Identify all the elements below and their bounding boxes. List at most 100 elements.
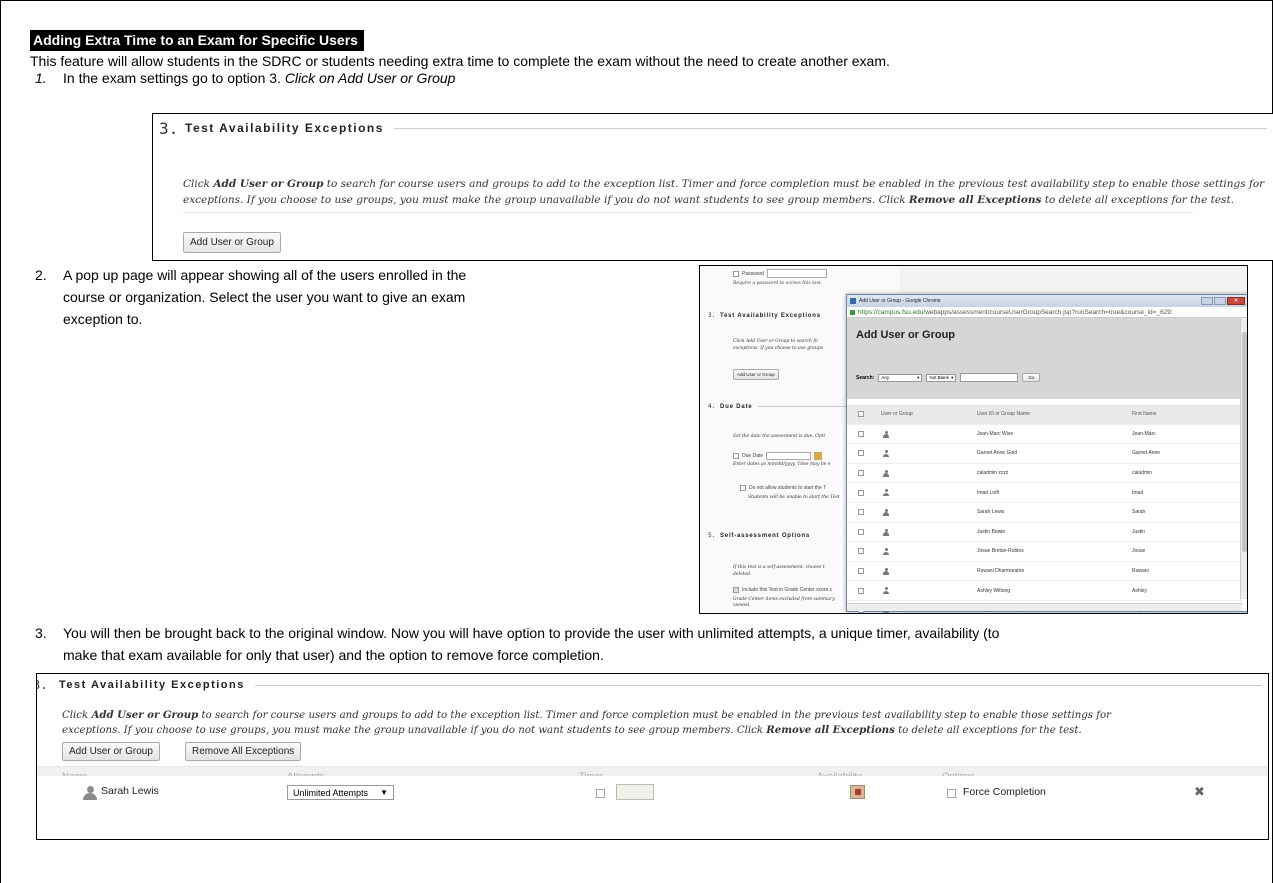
user-id-cell: caladmin zzzz xyxy=(977,470,1009,477)
table-row[interactable]: Justin Bowie Justin xyxy=(847,523,1242,543)
section-description: Click Add User or Group to search for co… xyxy=(62,709,1112,736)
step-3-line-1: You will then be brought back to the ori… xyxy=(63,625,1000,641)
first-name-cell: Sarah xyxy=(1132,509,1146,516)
first-name-cell: Jean-Marc xyxy=(1132,430,1156,437)
table-row[interactable]: Ruwani Dharmaratne Ruwani xyxy=(847,562,1242,582)
attempts-select[interactable]: Unlimited Attempts ▼ xyxy=(287,785,394,800)
search-label: Search: xyxy=(856,374,875,381)
step-2-number: 2. xyxy=(35,267,47,283)
user-id-cell: Ruwani Dharmaratne xyxy=(977,568,1025,575)
url-bar[interactable]: https://campus.fsu.edu/webapps/assessmen… xyxy=(847,307,1247,318)
document-title: Adding Extra Time to an Exam for Specifi… xyxy=(30,30,364,51)
user-icon xyxy=(883,469,889,477)
lock-icon xyxy=(850,309,855,315)
step-1-number: 1. xyxy=(35,70,47,86)
user-icon xyxy=(883,567,889,575)
user-icon xyxy=(883,430,889,438)
popup-heading: Add User or Group xyxy=(856,329,956,341)
section-title: Test Availability Exceptions xyxy=(185,121,384,135)
user-icon xyxy=(883,528,889,536)
add-user-or-group-button[interactable]: Add User or Group xyxy=(183,232,281,253)
timer-input[interactable] xyxy=(616,784,654,800)
remove-all-exceptions-button[interactable]: Remove All Exceptions xyxy=(185,742,302,761)
row-checkbox[interactable] xyxy=(858,568,864,575)
popup-window: Add User or Group - Google Chrome ✕ http… xyxy=(846,294,1247,613)
table-row[interactable]: Josue Bretan-Robles Josue xyxy=(847,542,1242,562)
user-id-cell: Sarah Lewis xyxy=(977,509,1005,516)
row-checkbox[interactable] xyxy=(858,587,864,594)
search-input[interactable] xyxy=(960,373,1019,382)
password-checkbox[interactable] xyxy=(733,270,739,277)
bg-add-user-button: Add User or Group xyxy=(733,369,779,380)
section-number: 3. xyxy=(159,118,179,138)
user-id-cell: Garnet Anne Gold xyxy=(977,450,1018,457)
row-checkbox[interactable] xyxy=(858,509,864,516)
step-2-line-1: A pop up page will appear showing all of… xyxy=(63,267,467,283)
section-description: Click Add User or Group to search for co… xyxy=(183,178,1265,206)
user-icon xyxy=(883,450,889,458)
row-checkbox[interactable] xyxy=(858,450,864,457)
select-all-checkbox[interactable] xyxy=(858,411,864,418)
step-3: 3. You will then be brought back to the … xyxy=(35,622,1265,666)
first-name-cell: Ashley xyxy=(1132,587,1148,594)
step-1-text: In the exam settings go to option 3. xyxy=(63,70,285,86)
user-id-cell: Ashley Wiltong xyxy=(977,587,1011,594)
user-icon xyxy=(883,508,889,516)
user-name: Sarah Lewis xyxy=(101,785,159,797)
user-icon xyxy=(83,784,97,802)
maximize-button[interactable] xyxy=(1214,297,1226,305)
user-id-cell: Jean-Marc Wise xyxy=(977,430,1014,437)
close-button[interactable]: ✕ xyxy=(1227,297,1245,305)
table-row[interactable]: Garnet Anne Gold Garnet Anne xyxy=(847,444,1242,464)
first-name-cell: Justin xyxy=(1132,528,1146,535)
horizontal-scrollbar[interactable] xyxy=(847,603,1242,611)
scrollbar-thumb[interactable] xyxy=(1242,332,1247,552)
row-checkbox[interactable] xyxy=(858,548,864,555)
popup-titlebar: Add User or Group - Google Chrome ✕ xyxy=(847,295,1247,307)
row-checkbox[interactable] xyxy=(858,489,864,496)
row-checkbox[interactable] xyxy=(858,528,864,535)
table-row[interactable]: Jean-Marc Wise Jean-Marc xyxy=(847,425,1242,445)
user-id-cell: Imad Lotfi xyxy=(977,489,999,496)
section-number: 3. xyxy=(37,678,48,692)
screenshot-popup: Password Require a password to access th… xyxy=(699,265,1248,614)
step-1-emphasis: Click on Add User or Group xyxy=(284,70,456,86)
first-name-cell: Josue xyxy=(1132,548,1146,555)
user-icon xyxy=(883,587,889,595)
minimize-button[interactable] xyxy=(1201,297,1213,305)
delete-icon[interactable]: ✖ xyxy=(1194,784,1205,800)
search-operator-select[interactable]: Not Blank ▾ xyxy=(926,373,957,382)
exception-row-area: Sarah Lewis Unlimited Attempts ▼ Force Co… xyxy=(36,776,1269,840)
step-2-line-2: course or organization. Select the user … xyxy=(63,289,466,305)
step-3-number: 3. xyxy=(35,625,47,641)
add-user-or-group-button[interactable]: Add User or Group xyxy=(62,742,160,761)
table-row[interactable]: caladmin zzzz caladmin xyxy=(847,464,1242,484)
user-table: User or Group User ID or Group Name Firs… xyxy=(847,399,1242,613)
table-row[interactable]: Imad Lotfi Imad xyxy=(847,483,1242,503)
timer-checkbox[interactable] xyxy=(596,789,605,798)
table-row[interactable]: Ashley Wiltong Ashley xyxy=(847,581,1242,601)
go-button[interactable]: Go xyxy=(1022,373,1041,382)
user-id-cell: Justin Bowie xyxy=(977,528,1006,535)
popup-window-title: Add User or Group - Google Chrome xyxy=(859,298,941,304)
table-row[interactable]: Sarah Lewis Sarah xyxy=(847,503,1242,523)
first-name-cell: Garnet Anne xyxy=(1132,450,1161,457)
step-2: 2. A pop up page will appear showing all… xyxy=(35,264,595,330)
table-header: User or Group User ID or Group Name Firs… xyxy=(847,405,1242,425)
availability-calendar-icon[interactable] xyxy=(850,785,865,799)
vertical-scrollbar[interactable] xyxy=(1240,318,1247,599)
first-name-cell: Imad xyxy=(1132,489,1144,496)
step-3-line-2: make that exam available for only that u… xyxy=(63,647,604,663)
divider xyxy=(183,212,1193,213)
section-rule xyxy=(393,127,1267,129)
screenshot-exceptions-empty: 3. Test Availability Exceptions Click Ad… xyxy=(152,113,1273,261)
row-checkbox[interactable] xyxy=(858,430,864,437)
user-icon xyxy=(883,548,889,556)
row-checkbox[interactable] xyxy=(858,470,864,477)
user-icon xyxy=(883,489,889,497)
search-field-select[interactable]: Any ▾ xyxy=(878,373,923,382)
force-completion-checkbox[interactable] xyxy=(947,789,956,798)
first-name-cell: Ruwani xyxy=(1132,568,1149,575)
force-completion-label: Force Completion xyxy=(963,786,1046,798)
user-id-cell: Josue Bretan-Robles xyxy=(977,548,1024,555)
